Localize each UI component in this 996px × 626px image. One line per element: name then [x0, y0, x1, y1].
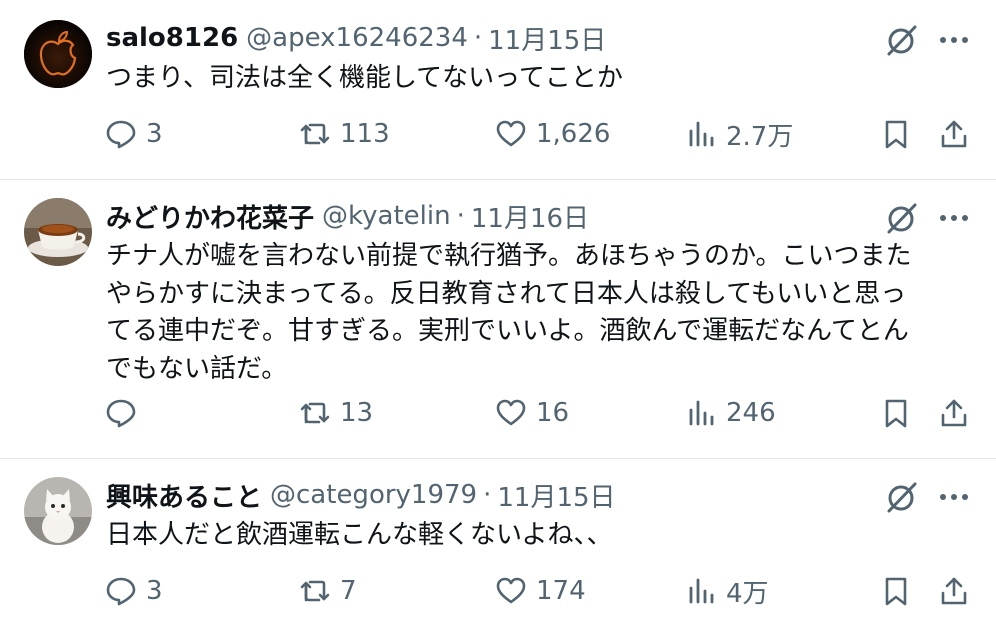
reply-button[interactable]: 3 — [104, 112, 163, 156]
author-name[interactable]: 興味あること — [106, 477, 262, 514]
like-button[interactable]: 16 — [494, 391, 569, 435]
reply-icon — [106, 120, 136, 149]
post-date[interactable]: 11月16日 — [471, 198, 589, 235]
post-date[interactable]: 11月15日 — [488, 20, 606, 57]
separator: · — [456, 201, 465, 231]
share-icon — [941, 399, 967, 427]
views-button[interactable]: 4万 — [684, 569, 769, 613]
tea-cup-avatar-icon — [24, 198, 92, 266]
grok-icon[interactable] — [884, 479, 920, 515]
bookmark-button[interactable] — [876, 391, 916, 435]
heart-icon — [496, 577, 526, 604]
apple-logo-avatar-icon — [24, 20, 92, 88]
retweet-icon — [300, 123, 330, 145]
author-name[interactable]: salo8126 — [106, 23, 238, 53]
like-button[interactable]: 174 — [494, 569, 586, 613]
author-handle[interactable]: @kyatelin — [322, 201, 451, 231]
tweet-header: みどりかわ花菜子 @kyatelin · 11月16日 — [106, 196, 589, 236]
reply-button[interactable] — [104, 391, 146, 435]
author-name[interactable]: みどりかわ花菜子 — [106, 198, 314, 235]
views-chart-icon — [689, 578, 714, 604]
tweet-header: 興味あること @category1979 · 11月15日 — [106, 475, 616, 515]
action-bar: 3 113 1,626 2.7万 — [0, 112, 996, 156]
author-handle[interactable]: @apex16246234 — [246, 23, 468, 53]
heart-icon — [496, 120, 526, 147]
share-button[interactable] — [934, 569, 974, 613]
share-button[interactable] — [934, 112, 974, 156]
view-count: 4万 — [726, 578, 769, 609]
tweet-text: 日本人だと飲酒運転こんな軽くないよね、、 — [106, 520, 613, 550]
avatar[interactable] — [24, 20, 92, 88]
retweet-button[interactable]: 113 — [298, 112, 390, 156]
bookmark-icon — [885, 120, 907, 149]
tweet-text: つまり、司法は全く機能してないってことか — [106, 63, 623, 93]
avatar[interactable] — [24, 198, 92, 266]
retweet-icon — [300, 402, 330, 424]
views-chart-icon — [689, 400, 714, 426]
views-button[interactable]: 246 — [684, 391, 776, 435]
author-handle[interactable]: @category1979 — [270, 480, 477, 510]
bookmark-button[interactable] — [876, 112, 916, 156]
separator: · — [483, 480, 492, 510]
views-button[interactable]: 2.7万 — [684, 112, 793, 156]
action-bar: 13 16 246 — [0, 391, 996, 435]
tweet-1[interactable]: salo8126 @apex16246234 · 11月15日 つまり、司法は全… — [0, 0, 996, 180]
view-count: 246 — [726, 398, 776, 428]
grok-icon[interactable] — [884, 22, 920, 58]
reply-count: 3 — [146, 576, 163, 606]
bookmark-button[interactable] — [876, 569, 916, 613]
more-icon[interactable] — [934, 22, 974, 58]
reply-icon — [106, 399, 136, 428]
reply-button[interactable]: 3 — [104, 569, 163, 613]
action-bar: 3 7 174 4万 — [0, 569, 996, 613]
views-chart-icon — [689, 121, 714, 147]
reply-count: 3 — [146, 119, 163, 149]
view-count: 2.7万 — [726, 121, 794, 152]
retweet-button[interactable]: 7 — [298, 569, 357, 613]
like-count: 1,626 — [536, 119, 611, 149]
share-icon — [941, 577, 967, 605]
like-count: 16 — [536, 398, 570, 428]
retweet-button[interactable]: 13 — [298, 391, 373, 435]
retweet-count: 13 — [340, 398, 374, 428]
reply-icon — [106, 577, 136, 606]
like-button[interactable]: 1,626 — [494, 112, 610, 156]
tweet-2[interactable]: みどりかわ花菜子 @kyatelin · 11月16日 チナ人が嘘を言わない前提… — [0, 180, 996, 458]
share-button[interactable] — [934, 391, 974, 435]
avatar[interactable] — [24, 477, 92, 545]
retweet-count: 113 — [340, 119, 390, 149]
post-date[interactable]: 11月15日 — [497, 477, 615, 514]
like-count: 174 — [536, 576, 586, 606]
share-icon — [941, 120, 967, 148]
tweet-header: salo8126 @apex16246234 · 11月15日 — [106, 18, 606, 58]
more-icon[interactable] — [934, 200, 974, 236]
grok-icon[interactable] — [884, 200, 920, 236]
retweet-count: 7 — [340, 576, 357, 606]
tweet-text: チナ人が嘘を言わない前提で執行猶予。あほちゃうのか。こいつまた やらかすに決まっ… — [106, 241, 912, 384]
more-icon[interactable] — [934, 479, 974, 515]
heart-icon — [496, 399, 526, 426]
bookmark-icon — [885, 399, 907, 428]
kitten-avatar-icon — [24, 477, 92, 545]
retweet-icon — [300, 580, 330, 602]
bookmark-icon — [885, 577, 907, 606]
separator: · — [473, 23, 483, 53]
tweet-3[interactable]: 興味あること @category1979 · 11月15日 日本人だと飲酒運転こ… — [0, 459, 996, 626]
